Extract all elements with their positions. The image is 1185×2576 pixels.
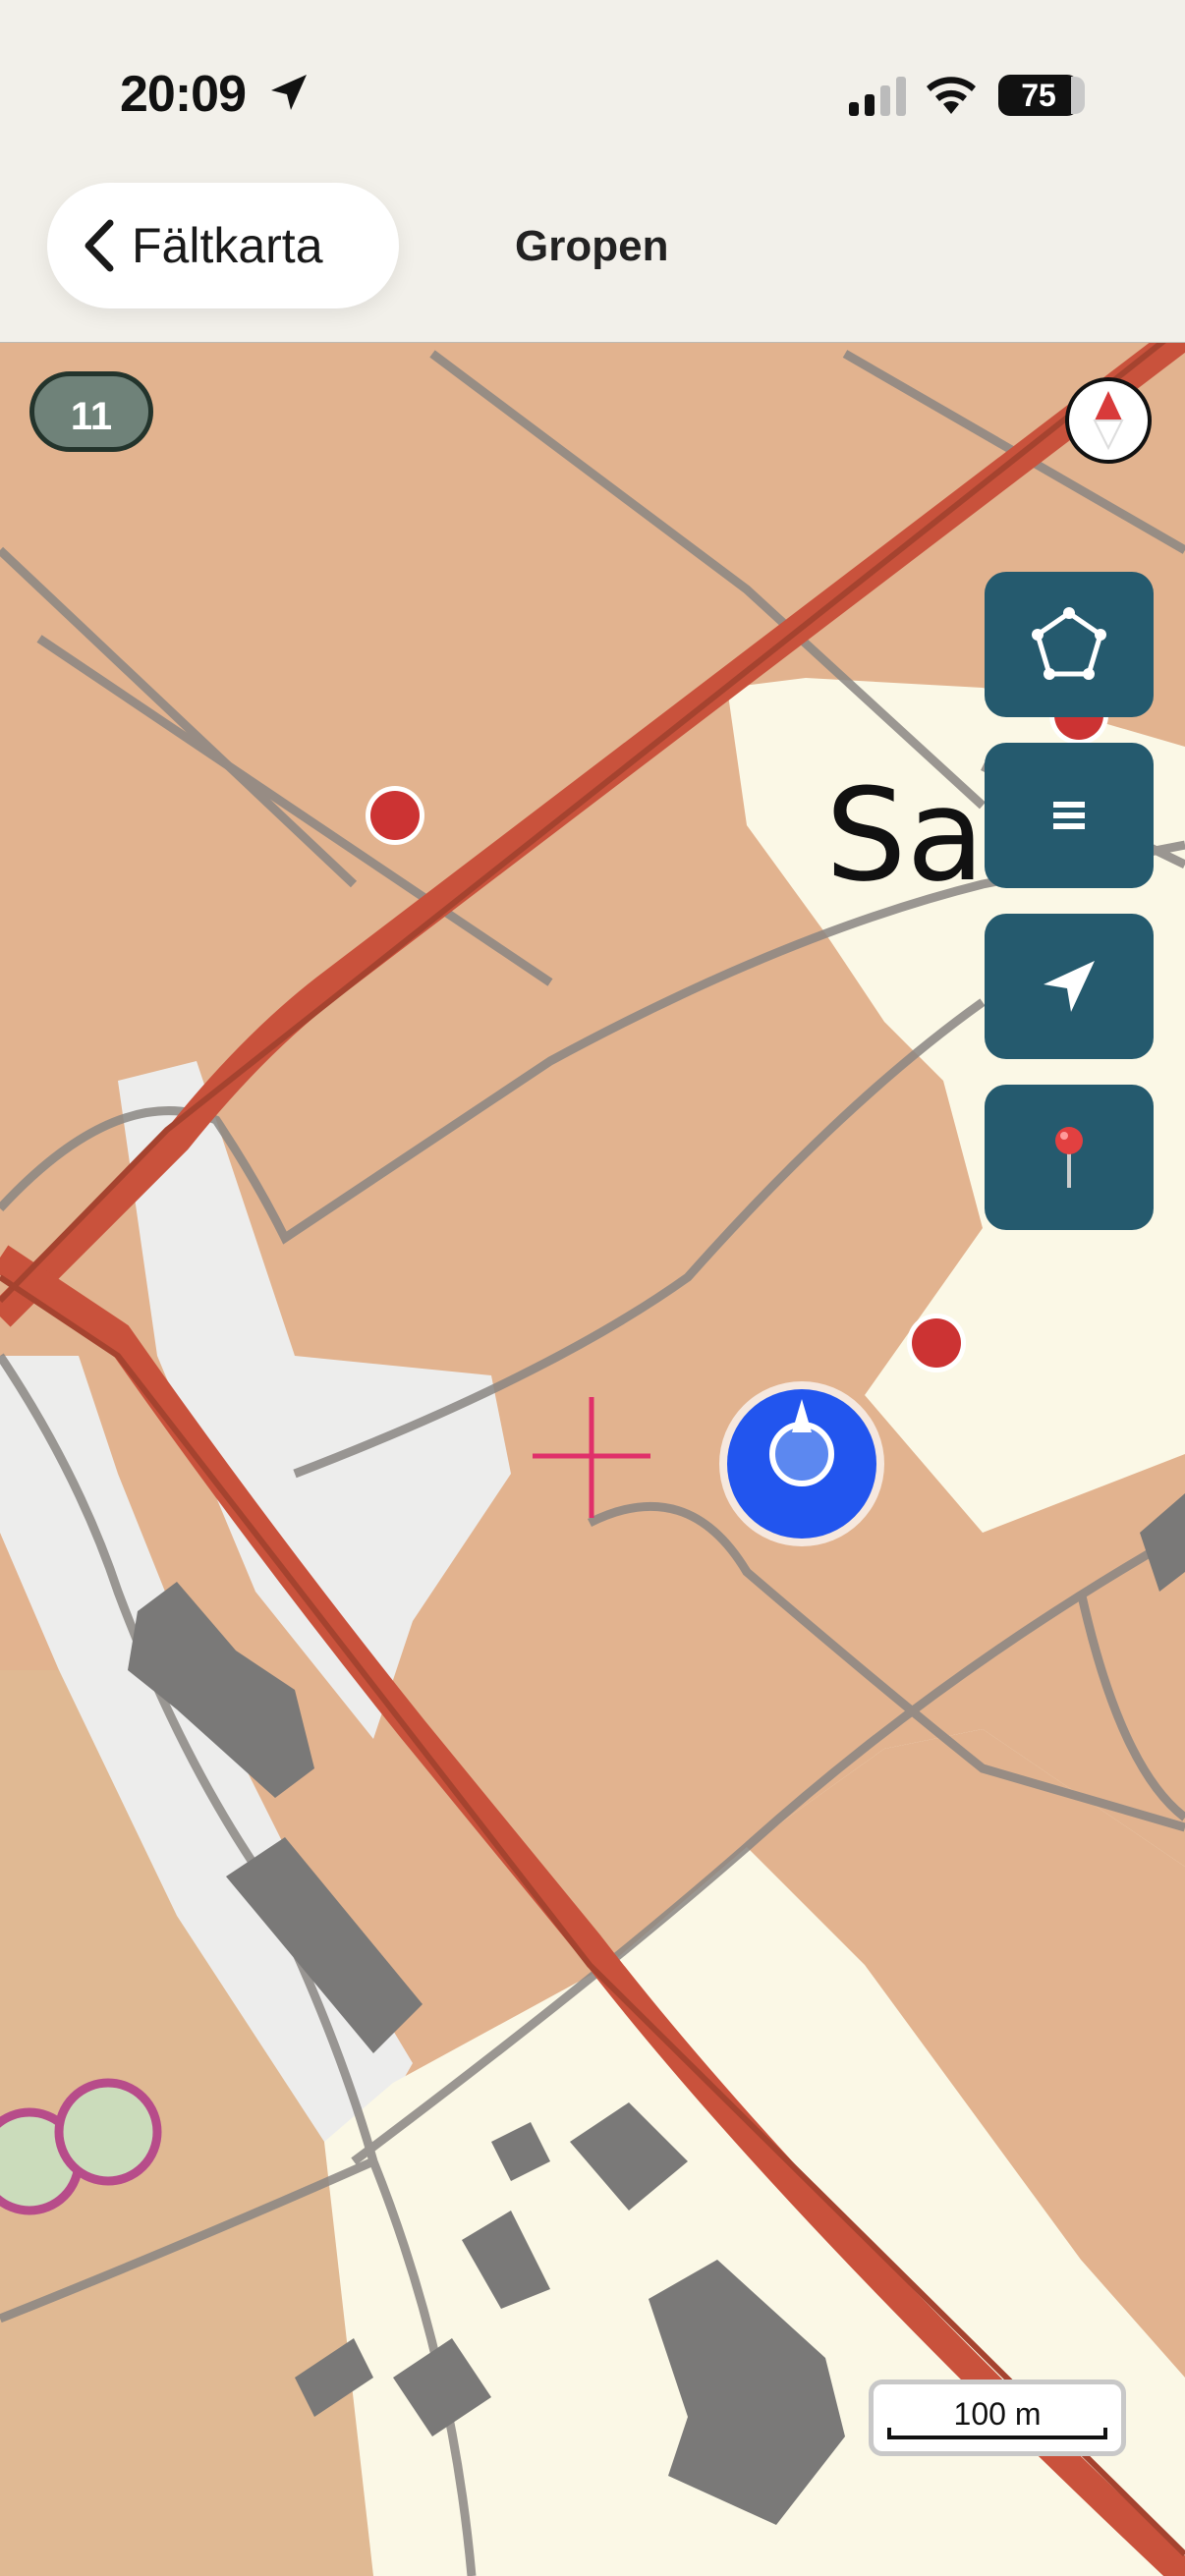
signal-icon bbox=[849, 77, 906, 116]
map-place-label: Sa bbox=[825, 760, 985, 910]
page-title: Gropen bbox=[515, 222, 669, 270]
user-location-icon bbox=[719, 1381, 884, 1546]
battery-icon: 75 bbox=[998, 75, 1079, 116]
compass-button[interactable] bbox=[1065, 377, 1152, 464]
layers-button[interactable] bbox=[985, 743, 1154, 888]
scale-line bbox=[887, 2428, 1107, 2439]
map-marker[interactable] bbox=[907, 1314, 966, 1372]
location-arrow-icon bbox=[271, 75, 307, 110]
scale-bar: 100 m bbox=[869, 2380, 1126, 2456]
battery-level: 75 bbox=[1021, 78, 1056, 113]
chevron-left-icon bbox=[85, 219, 114, 272]
navigation-bar: Fältkarta Gropen bbox=[0, 167, 1185, 344]
pin-icon bbox=[1055, 1127, 1083, 1188]
compass-icon bbox=[1093, 391, 1124, 451]
zoom-level-badge[interactable]: 11 bbox=[29, 371, 153, 452]
back-button-label: Fältkarta bbox=[132, 218, 323, 273]
crosshair-icon bbox=[533, 1397, 650, 1518]
draw-polygon-button[interactable] bbox=[985, 572, 1154, 717]
add-pin-button[interactable] bbox=[985, 1085, 1154, 1230]
back-button[interactable]: Fältkarta bbox=[47, 183, 399, 308]
navigate-icon bbox=[1044, 961, 1095, 1012]
layers-icon bbox=[1053, 802, 1085, 829]
status-bar: 20:09 75 bbox=[0, 0, 1185, 187]
map-marker[interactable] bbox=[366, 786, 424, 845]
polygon-icon bbox=[1032, 607, 1106, 680]
battery-tip bbox=[1071, 77, 1085, 114]
wifi-icon bbox=[927, 77, 976, 114]
status-time: 20:09 bbox=[120, 66, 247, 123]
my-location-button[interactable] bbox=[985, 914, 1154, 1059]
